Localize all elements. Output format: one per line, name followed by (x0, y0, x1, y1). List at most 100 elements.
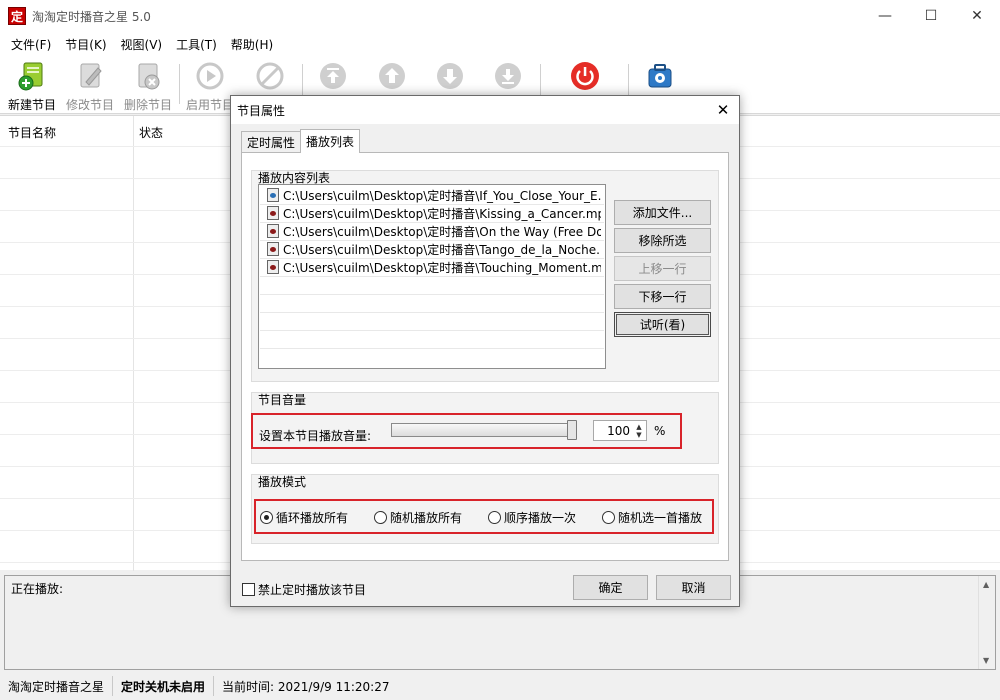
new-program-button[interactable]: 新建节目 (4, 60, 60, 112)
menu-help[interactable]: 帮助(H) (224, 36, 280, 53)
move-down-row-button[interactable]: 下移一行 (614, 284, 711, 309)
close-button[interactable]: ✕ (954, 0, 1000, 32)
new-document-icon (16, 60, 48, 92)
audio-file-icon (267, 224, 279, 238)
menu-view[interactable]: 视图(V) (114, 36, 170, 53)
dialog-tabs: 定时属性 播放列表 (241, 129, 361, 153)
row-divider (260, 276, 604, 277)
edit-program-button[interactable]: 修改节目 (62, 60, 118, 112)
arrow-bottom-icon (492, 60, 524, 92)
cancel-button[interactable]: 取消 (656, 575, 731, 600)
spin-arrows-icon[interactable]: ▲ ▼ (634, 423, 644, 439)
play-icon (194, 60, 226, 92)
menu-program[interactable]: 节目(K) (58, 36, 113, 53)
radio-unchecked-icon[interactable] (602, 511, 615, 524)
column-divider (133, 116, 134, 571)
file-path: C:\Users\cuilm\Desktop\定时播音\Tango_de_la_… (283, 242, 601, 257)
volume-spinbox[interactable]: 100 ▲ ▼ (593, 420, 647, 441)
ok-button[interactable]: 确定 (573, 575, 648, 600)
mode-label: 随机播放所有 (390, 511, 463, 525)
stop-icon (254, 60, 286, 92)
column-program-name[interactable]: 节目名称 (8, 124, 56, 141)
app-logo-icon: 定 (8, 7, 26, 25)
file-path: C:\Users\cuilm\Desktop\定时播音\Touching_Mom… (283, 260, 601, 275)
tab-playlist[interactable]: 播放列表 (300, 129, 361, 153)
delete-program-button[interactable]: 删除节目 (120, 60, 176, 112)
file-path: C:\Users\cuilm\Desktop\定时播音\On the Way (… (283, 224, 601, 239)
row-divider (260, 330, 604, 331)
volume-slider[interactable] (391, 423, 577, 437)
arrow-down-icon (434, 60, 466, 92)
volume-label: 设置本节目播放音量: (259, 429, 372, 443)
status-shutdown: 定时关机未启用 (113, 676, 215, 696)
now-playing-label: 正在播放: (11, 582, 64, 596)
radio-unchecked-icon[interactable] (374, 511, 387, 524)
file-path: C:\Users\cuilm\Desktop\定时播音\Kissing_a_Ca… (283, 206, 601, 221)
volume-group-title: 节目音量 (258, 393, 307, 407)
new-program-label: 新建节目 (7, 98, 56, 112)
volume-value[interactable]: 100 (607, 424, 630, 438)
file-item[interactable]: C:\Users\cuilm\Desktop\定时播音\If_You_Close… (261, 186, 601, 204)
file-path: C:\Users\cuilm\Desktop\定时播音\If_You_Close… (283, 188, 601, 203)
volume-unit: % (654, 424, 666, 438)
program-properties-dialog: 节目属性 ✕ 定时属性 播放列表 播放内容列表 C:\Users\cuilm\D… (230, 95, 740, 607)
disable-schedule-checkbox[interactable]: 禁止定时播放该节目 (242, 581, 366, 598)
mode-label: 随机选一首播放 (618, 511, 703, 525)
window-title: 淘淘定时播音之星 5.0 (32, 9, 151, 24)
menu-bar: 文件(F) 节目(K) 视图(V) 工具(T) 帮助(H) (0, 32, 1000, 56)
audio-file-icon (267, 242, 279, 256)
title-bar: 定 淘淘定时播音之星 5.0 — ☐ ✕ (0, 0, 1000, 32)
edit-program-label: 修改节目 (65, 98, 114, 112)
row-divider (260, 294, 604, 295)
delete-program-label: 删除节目 (123, 98, 172, 112)
dialog-title-bar: 节目属性 ✕ (231, 96, 739, 124)
dialog-close-button[interactable]: ✕ (713, 100, 733, 120)
remove-selected-button[interactable]: 移除所选 (614, 228, 711, 253)
audio-file-icon (267, 206, 279, 220)
checkbox-unchecked-icon[interactable] (242, 583, 255, 596)
mode-label: 循环播放所有 (276, 511, 349, 525)
row-divider (260, 348, 604, 349)
power-icon (569, 60, 601, 92)
scroll-up-icon[interactable]: ▲ (983, 580, 989, 589)
toolbar-separator (179, 64, 180, 104)
audio-file-icon (267, 260, 279, 274)
preview-button[interactable]: 试听(看) (614, 312, 711, 337)
tab-timing-properties[interactable]: 定时属性 (241, 131, 302, 153)
file-item[interactable]: C:\Users\cuilm\Desktop\定时播音\Tango_de_la_… (261, 240, 601, 258)
column-status[interactable]: 状态 (139, 124, 163, 141)
arrow-top-icon (317, 60, 349, 92)
move-up-row-button[interactable]: 上移一行 (614, 256, 711, 281)
radio-unchecked-icon[interactable] (488, 511, 501, 524)
status-bar: 淘淘定时播音之星 定时关机未启用 当前时间: 2021/9/9 11:20:27 (0, 672, 1000, 700)
menu-tools[interactable]: 工具(T) (169, 36, 224, 53)
audio-file-icon (267, 188, 279, 202)
dialog-title: 节目属性 (237, 103, 286, 118)
menu-file[interactable]: 文件(F) (4, 36, 58, 53)
status-app-name: 淘淘定时播音之星 (0, 676, 114, 696)
add-file-button[interactable]: 添加文件... (614, 200, 711, 225)
file-item[interactable]: C:\Users\cuilm\Desktop\定时播音\Kissing_a_Ca… (261, 204, 601, 222)
radio-checked-icon[interactable] (260, 511, 273, 524)
now-playing-scrollbar[interactable]: ▲ ▼ (978, 576, 995, 669)
volume-slider-thumb[interactable] (567, 420, 577, 440)
mode-sequential-once[interactable]: 顺序播放一次 (488, 509, 576, 526)
minimize-button[interactable]: — (862, 0, 908, 32)
toolbox-icon (644, 60, 676, 92)
mode-random-all[interactable]: 随机播放所有 (374, 509, 462, 526)
mode-loop-all[interactable]: 循环播放所有 (260, 509, 348, 526)
play-mode-group-title: 播放模式 (258, 475, 307, 489)
status-current-time: 当前时间: 2021/9/9 11:20:27 (222, 679, 390, 694)
file-item[interactable]: C:\Users\cuilm\Desktop\定时播音\Touching_Mom… (261, 258, 601, 276)
disable-schedule-label: 禁止定时播放该节目 (258, 583, 367, 597)
file-list[interactable]: C:\Users\cuilm\Desktop\定时播音\If_You_Close… (258, 184, 606, 369)
enable-program-label: 启用节目 (185, 98, 234, 112)
scroll-down-icon[interactable]: ▼ (983, 656, 989, 665)
delete-icon (132, 60, 164, 92)
edit-icon (74, 60, 106, 92)
mode-random-one[interactable]: 随机选一首播放 (602, 509, 702, 526)
maximize-button[interactable]: ☐ (908, 0, 954, 32)
mode-label: 顺序播放一次 (504, 511, 577, 525)
row-divider (260, 312, 604, 313)
file-item[interactable]: C:\Users\cuilm\Desktop\定时播音\On the Way (… (261, 222, 601, 240)
